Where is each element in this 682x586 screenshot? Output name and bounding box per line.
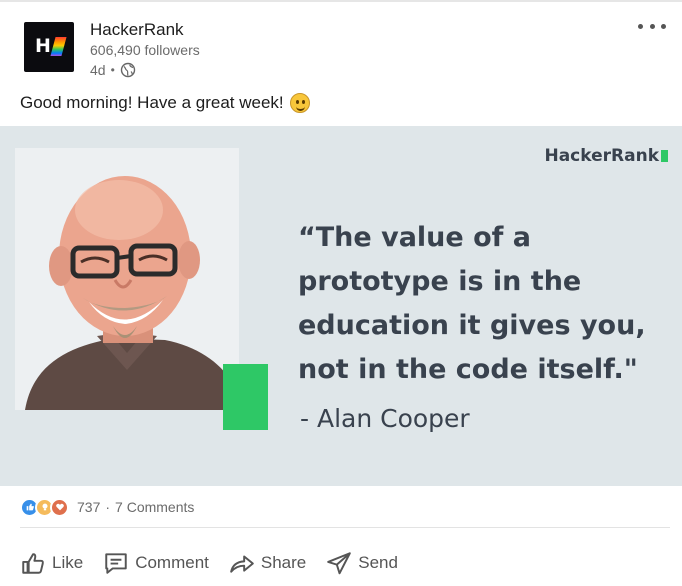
send-paper-plane-icon [327,552,352,575]
comment-button[interactable]: Comment [103,544,209,582]
actions-divider [20,527,670,528]
post-image[interactable]: HackerRank “The value of a prototype is … [0,126,682,486]
portrait-photo [15,148,239,410]
brand-mark-icon [661,150,668,162]
follower-count: 606,490 followers [90,42,200,58]
more-dot [649,23,655,29]
love-icon [50,497,69,517]
company-logo[interactable]: H [24,22,74,72]
quote-text: “The value of a prototype is in the educ… [298,222,646,385]
share-button[interactable]: Share [229,544,306,582]
post-caption: Good morning! Have a great week! [20,93,310,113]
company-name-link[interactable]: HackerRank [90,20,184,40]
more-dot [638,23,643,29]
portrait-illustration [15,148,239,410]
more-options-icon[interactable] [638,18,666,34]
caption-text: Good morning! Have a great week! [20,93,284,112]
share-label: Share [260,553,307,572]
post-meta: 4d • [90,62,136,78]
count-separator: · [105,499,111,515]
reaction-count[interactable]: 737 [77,499,100,515]
globe-icon [120,62,135,78]
send-label: Send [358,553,398,572]
meta-separator: • [110,63,115,77]
send-button[interactable]: Send [326,544,398,582]
action-bar: Like Comment Share Send [20,544,418,582]
smiley-emoji-icon [289,93,310,113]
more-dot [661,23,666,29]
comment-label: Comment [135,553,209,572]
post-age: 4d [90,62,106,78]
accent-square [223,364,268,430]
top-divider [0,0,682,2]
logo-letter: H [35,35,51,57]
brand-text: HackerRank [544,146,659,166]
logo-rainbow-mark [50,37,67,56]
social-counts[interactable]: 737 · 7 Comments [20,497,194,517]
brand-wordmark: HackerRank [544,146,668,166]
quote-author: - Alan Cooper [300,404,470,433]
post-header: H HackerRank 606,490 followers 4d • [24,20,664,78]
share-arrow-icon [230,555,254,573]
like-button[interactable]: Like [20,544,83,582]
thumbs-up-icon [22,553,44,574]
comment-count[interactable]: 7 Comments [115,499,194,515]
comment-icon [105,553,127,574]
like-label: Like [52,553,84,572]
